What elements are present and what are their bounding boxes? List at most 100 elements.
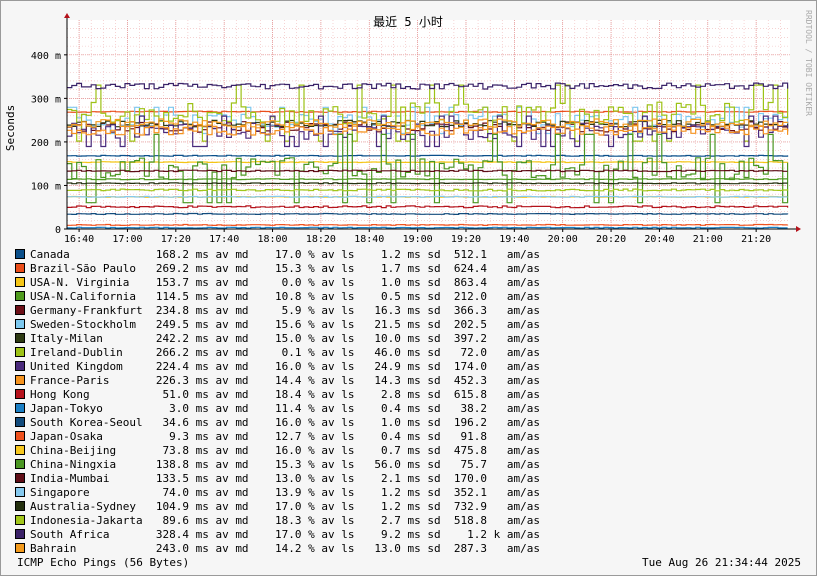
legend-series-name: Australia-Sydney bbox=[30, 500, 156, 513]
x-tick-label: 19:20 bbox=[451, 234, 481, 245]
legend-series-name: Canada bbox=[30, 248, 156, 261]
legend-series-stats: 234.8 ms av md 5.9 % av ls 16.3 ms sd 36… bbox=[155, 304, 540, 317]
legend-series-stats: 104.9 ms av md 17.0 % av ls 1.2 ms sd 73… bbox=[155, 500, 540, 513]
legend-series-stats: 34.6 ms av md 16.0 % av ls 1.0 ms sd 196… bbox=[155, 416, 540, 429]
y-tick-label: 0 bbox=[55, 225, 61, 236]
legend-swatch bbox=[15, 361, 25, 371]
legend-row: China-Beijing 73.8 ms av md 16.0 % av ls… bbox=[15, 444, 540, 458]
legend-row: Brazil-São Paulo 269.2 ms av md 15.3 % a… bbox=[15, 262, 540, 276]
legend-series-name: Italy-Milan bbox=[30, 332, 156, 345]
x-tick-label: 21:00 bbox=[693, 234, 723, 245]
legend-row: Indonesia-Jakarta 89.6 ms av md 18.3 % a… bbox=[15, 514, 540, 528]
legend-swatch bbox=[15, 305, 25, 315]
x-tick-label: 17:40 bbox=[209, 234, 239, 245]
legend-series-name: USA-N. Virginia bbox=[30, 276, 156, 289]
x-tick-label: 20:00 bbox=[548, 234, 578, 245]
legend-row: USA-N. Virginia 153.7 ms av md 0.0 % av … bbox=[15, 276, 540, 290]
legend-series-name: China-Ningxia bbox=[30, 458, 156, 471]
x-tick-label: 18:40 bbox=[354, 234, 384, 245]
y-tick-label: 400 m bbox=[31, 51, 61, 62]
legend-series-stats: 224.4 ms av md 16.0 % av ls 24.9 ms sd 1… bbox=[155, 360, 540, 373]
legend-swatch bbox=[15, 417, 25, 427]
x-tick-label: 20:20 bbox=[596, 234, 626, 245]
legend-swatch bbox=[15, 291, 25, 301]
legend-swatch bbox=[15, 375, 25, 385]
x-tick-label: 19:00 bbox=[403, 234, 433, 245]
legend-series-stats: 74.0 ms av md 13.9 % av ls 1.2 ms sd 352… bbox=[155, 486, 540, 499]
legend-swatch bbox=[15, 249, 25, 259]
x-tick-label: 16:40 bbox=[64, 234, 94, 245]
legend-series-stats: 153.7 ms av md 0.0 % av ls 1.0 ms sd 863… bbox=[155, 276, 540, 289]
legend-swatch bbox=[15, 263, 25, 273]
legend-series-stats: 269.2 ms av md 15.3 % av ls 1.7 ms sd 62… bbox=[155, 262, 540, 275]
legend-series-name: USA-N.California bbox=[30, 290, 156, 303]
x-tick-labels: 16:40 17:00 17:20 17:40 18:00 18:20 18:40 19:00… bbox=[64, 229, 771, 245]
legend-series-stats: 242.2 ms av md 15.0 % av ls 10.0 ms sd 3… bbox=[155, 332, 540, 345]
x-tick-label: 18:00 bbox=[257, 234, 287, 245]
legend: Canada 168.2 ms av md 17.0 % av ls 1.2 m… bbox=[15, 248, 540, 556]
legend-series-stats: 328.4 ms av md 17.0 % av ls 9.2 ms sd 1.… bbox=[155, 528, 540, 541]
x-axis-arrow bbox=[796, 226, 801, 232]
legend-series-stats: 226.3 ms av md 14.4 % av ls 14.3 ms sd 4… bbox=[155, 374, 540, 387]
legend-row: Australia-Sydney 104.9 ms av md 17.0 % a… bbox=[15, 500, 540, 514]
legend-series-name: Japan-Tokyo bbox=[30, 402, 156, 415]
x-tick-label: 17:00 bbox=[112, 234, 142, 245]
legend-series-name: Ireland-Dublin bbox=[30, 346, 156, 359]
legend-series-stats: 243.0 ms av md 14.2 % av ls 13.0 ms sd 2… bbox=[155, 542, 540, 555]
legend-series-name: Bahrain bbox=[30, 542, 156, 555]
legend-series-name: South Africa bbox=[30, 528, 156, 541]
legend-series-stats: 114.5 ms av md 10.8 % av ls 0.5 ms sd 21… bbox=[155, 290, 540, 303]
chart-title: 最近 5 小时 bbox=[373, 15, 443, 29]
legend-swatch bbox=[15, 431, 25, 441]
footer-description: ICMP Echo Pings (56 Bytes) bbox=[17, 556, 190, 569]
legend-swatch bbox=[15, 403, 25, 413]
legend-row: South Africa 328.4 ms av md 17.0 % av ls… bbox=[15, 528, 540, 542]
legend-row: Hong Kong 51.0 ms av md 18.4 % av ls 2.8… bbox=[15, 388, 540, 402]
series-line-18 bbox=[67, 195, 788, 198]
legend-series-name: Singapore bbox=[30, 486, 156, 499]
legend-row: Germany-Frankfurt 234.8 ms av md 5.9 % a… bbox=[15, 304, 540, 318]
legend-row: China-Ningxia 138.8 ms av md 15.3 % av l… bbox=[15, 458, 540, 472]
legend-series-name: Sweden-Stockholm bbox=[30, 318, 156, 331]
legend-series-name: Indonesia-Jakarta bbox=[30, 514, 156, 527]
legend-row: South Korea-Seoul 34.6 ms av md 16.0 % a… bbox=[15, 416, 540, 430]
legend-swatch bbox=[15, 319, 25, 329]
legend-series-stats: 133.5 ms av md 13.0 % av ls 2.1 ms sd 17… bbox=[155, 472, 540, 485]
x-tick-label: 17:20 bbox=[161, 234, 191, 245]
legend-series-name: Japan-Osaka bbox=[30, 430, 156, 443]
y-axis-label: Seconds bbox=[4, 105, 17, 151]
legend-series-stats: 168.2 ms av md 17.0 % av ls 1.2 ms sd 51… bbox=[155, 248, 540, 261]
legend-row: USA-N.California 114.5 ms av md 10.8 % a… bbox=[15, 290, 540, 304]
legend-swatch bbox=[15, 347, 25, 357]
x-tick-label: 19:40 bbox=[499, 234, 529, 245]
legend-row: Ireland-Dublin 266.2 ms av md 0.1 % av l… bbox=[15, 346, 540, 360]
legend-series-name: France-Paris bbox=[30, 374, 156, 387]
legend-series-stats: 266.2 ms av md 0.1 % av ls 46.0 ms sd 72… bbox=[155, 346, 540, 359]
legend-series-stats: 9.3 ms av md 12.7 % av ls 0.4 ms sd 91.8… bbox=[155, 430, 540, 443]
legend-series-stats: 89.6 ms av md 18.3 % av ls 2.7 ms sd 518… bbox=[155, 514, 540, 527]
legend-series-name: Hong Kong bbox=[30, 388, 156, 401]
legend-swatch bbox=[15, 277, 25, 287]
legend-series-name: Germany-Frankfurt bbox=[30, 304, 156, 317]
y-tick-label: 300 m bbox=[31, 94, 61, 105]
series-line-14 bbox=[67, 223, 789, 226]
legend-swatch bbox=[15, 459, 25, 469]
legend-series-stats: 51.0 ms av md 18.4 % av ls 2.8 ms sd 615… bbox=[155, 388, 540, 401]
x-tick-label: 21:20 bbox=[741, 234, 771, 245]
y-tick-label: 200 m bbox=[31, 138, 61, 149]
legend-row: France-Paris 226.3 ms av md 14.4 % av ls… bbox=[15, 374, 540, 388]
legend-row: Japan-Osaka 9.3 ms av md 12.7 % av ls 0.… bbox=[15, 430, 540, 444]
legend-series-name: Brazil-São Paulo bbox=[30, 262, 156, 275]
legend-swatch bbox=[15, 473, 25, 483]
legend-swatch bbox=[15, 487, 25, 497]
x-tick-label: 20:40 bbox=[644, 234, 674, 245]
legend-swatch bbox=[15, 333, 25, 343]
watermark: RRDTOOL / TOBI OETIKER bbox=[804, 10, 813, 116]
legend-swatch bbox=[15, 543, 25, 553]
legend-series-name: India-Mumbai bbox=[30, 472, 156, 485]
x-tick-label: 18:20 bbox=[306, 234, 336, 245]
y-axis-arrow bbox=[64, 13, 70, 18]
legend-series-stats: 3.0 ms av md 11.4 % av ls 0.4 ms sd 38.2… bbox=[155, 402, 540, 415]
legend-swatch bbox=[15, 501, 25, 511]
y-tick-label: 100 m bbox=[31, 181, 61, 192]
